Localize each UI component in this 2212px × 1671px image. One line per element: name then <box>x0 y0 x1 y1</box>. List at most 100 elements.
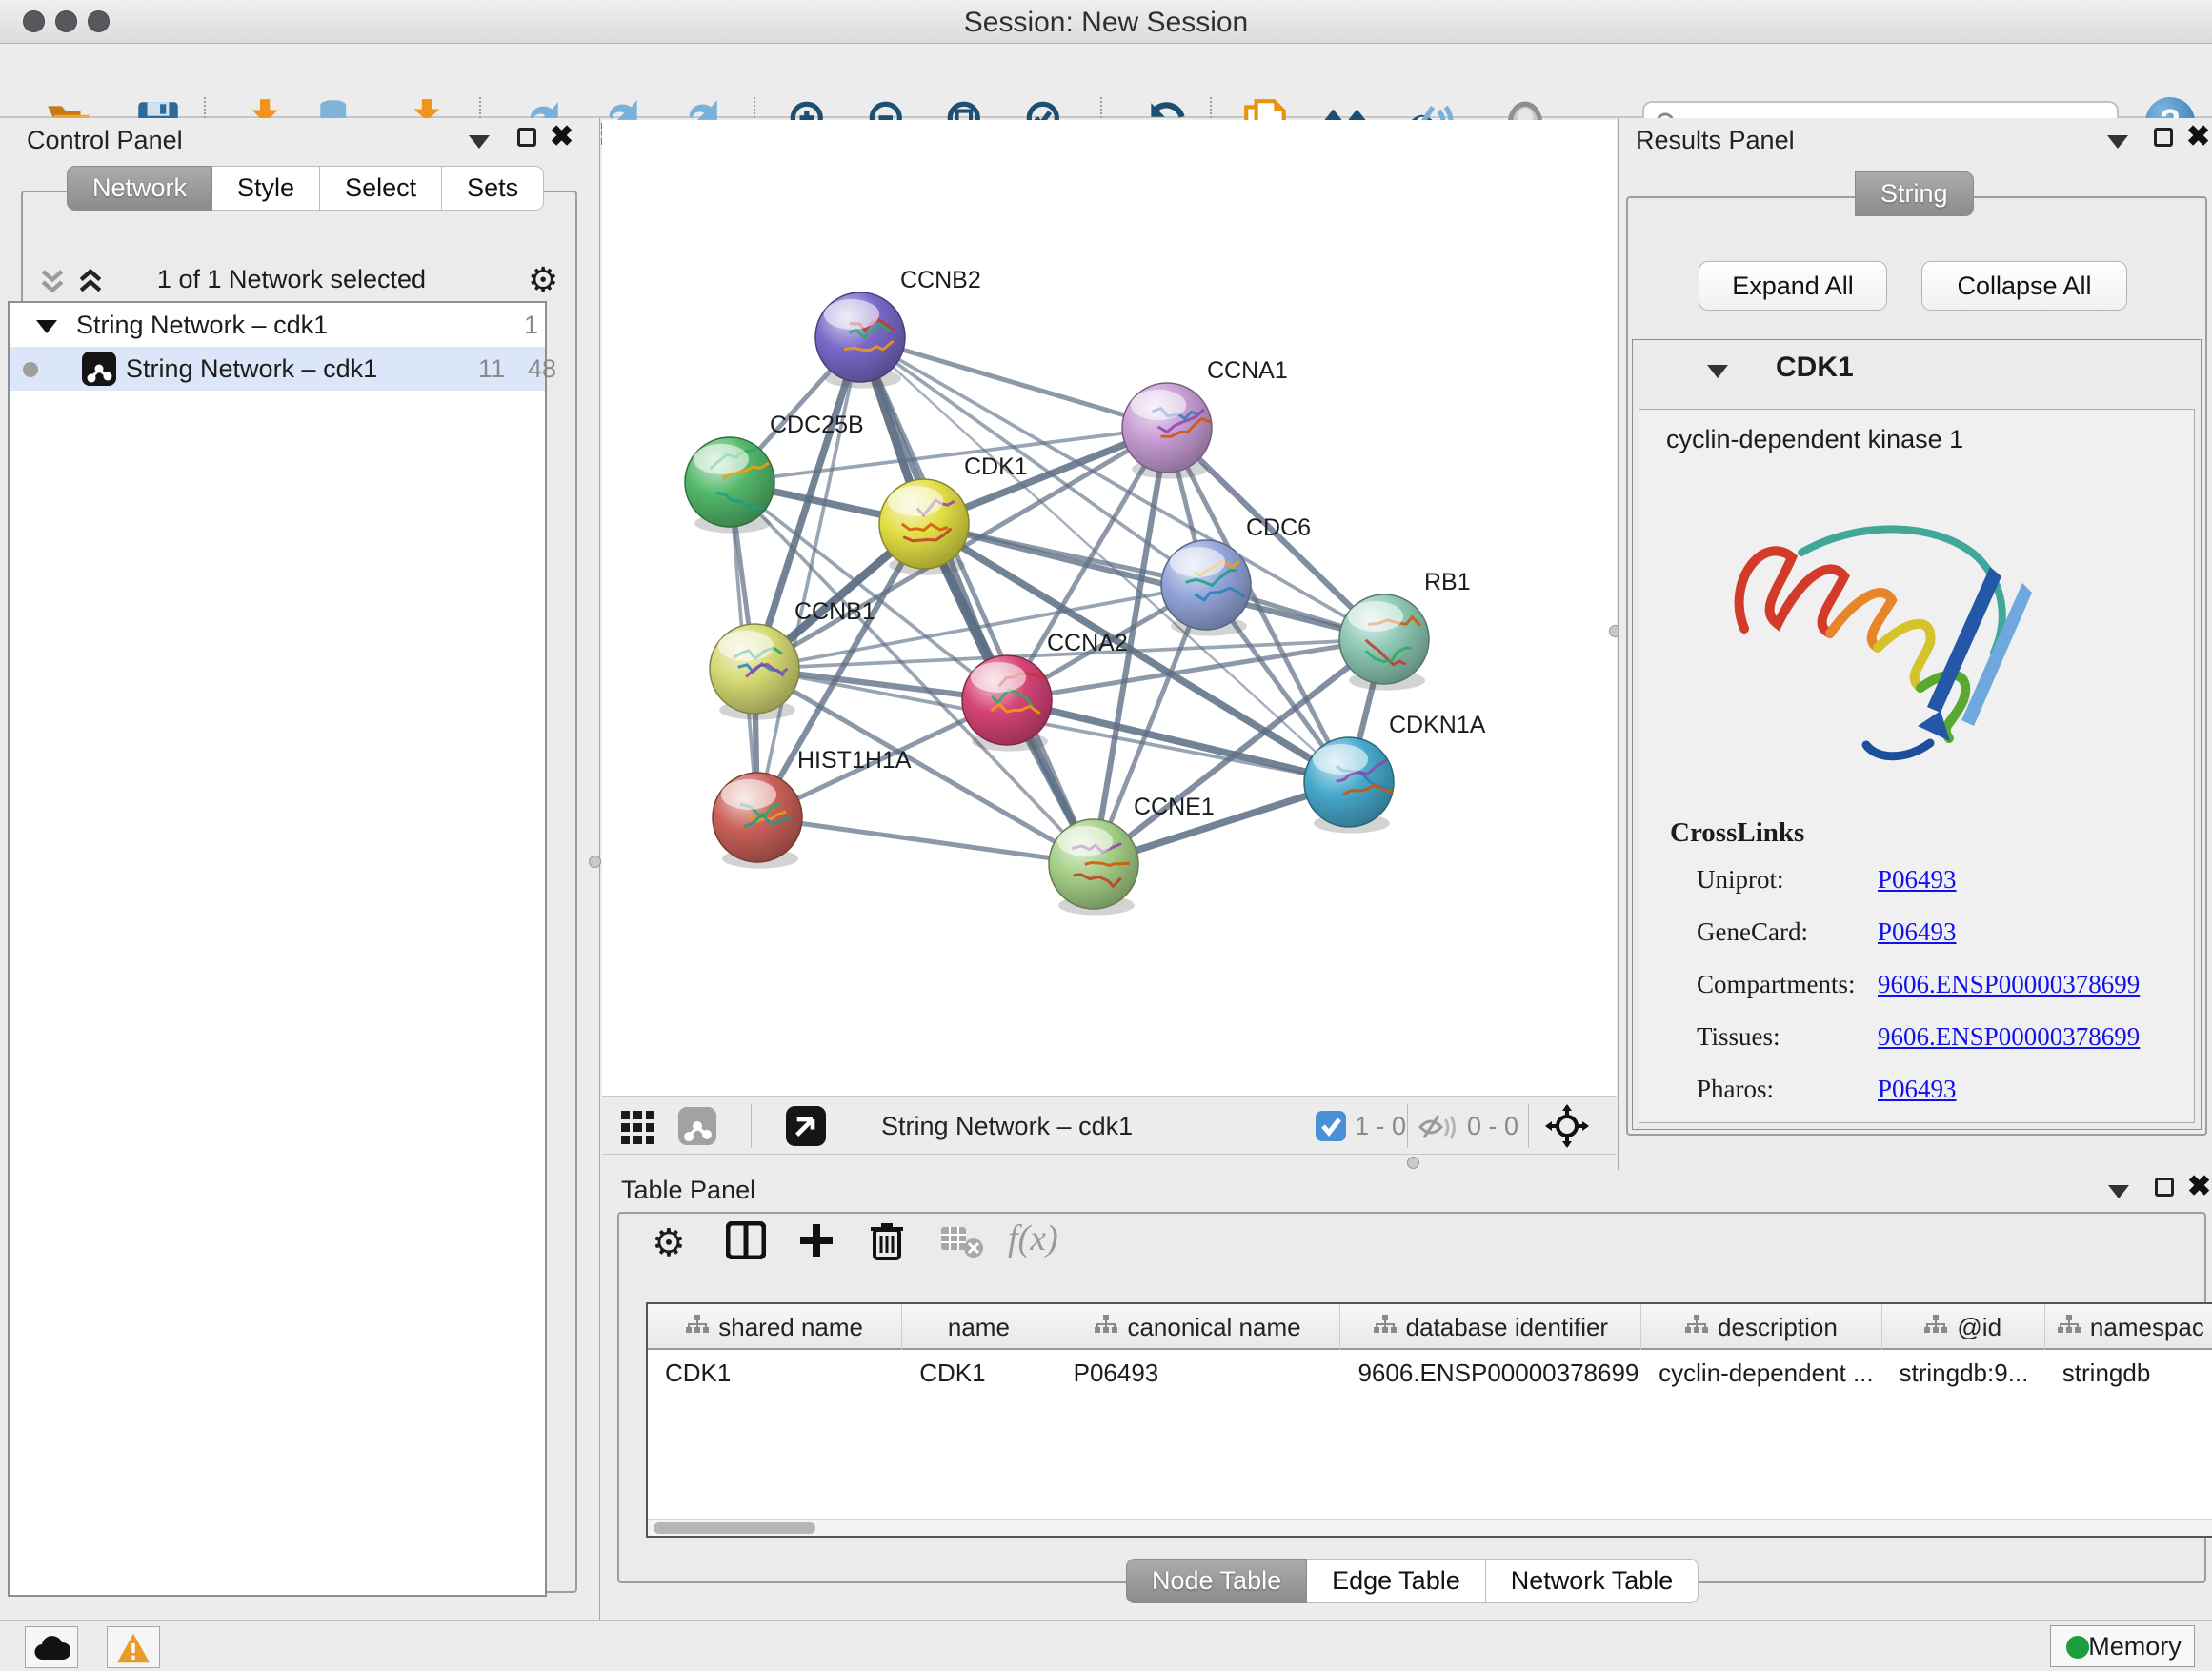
panel-float-icon[interactable] <box>517 128 536 147</box>
panel-close-icon[interactable]: ✖ <box>2186 124 2210 151</box>
column-header-id[interactable]: @id <box>1882 1304 2045 1350</box>
tab-node-table[interactable]: Node Table <box>1126 1559 1307 1603</box>
table-cell[interactable]: stringdb <box>2045 1352 2212 1394</box>
tab-sets[interactable]: Sets <box>442 166 544 211</box>
current-network-name: String Network – cdk1 <box>881 1097 1133 1156</box>
tree-attr-icon <box>1924 1313 1947 1342</box>
network-node-RB1[interactable]: RB1 <box>1339 569 1471 691</box>
network-node-HIST1H1A[interactable]: HIST1H1A <box>713 747 912 869</box>
panel-collapse-icon[interactable] <box>2108 1185 2129 1198</box>
delete-column-icon[interactable] <box>869 1220 905 1260</box>
add-column-icon[interactable] <box>796 1220 836 1260</box>
network-edge-HIST1H1A-CCNE1[interactable] <box>757 817 1094 864</box>
network-edge-CCNB2-CCNE1[interactable] <box>860 337 1094 864</box>
node-gloss-highlight <box>694 444 749 474</box>
table-cell[interactable]: P06493 <box>1056 1352 1341 1394</box>
network-node-CCNB2[interactable]: CCNB2 <box>815 267 981 389</box>
table-cell[interactable]: stringdb:9... <box>1882 1352 2045 1394</box>
network-node-CCNA1[interactable]: CCNA1 <box>1122 357 1288 479</box>
crosslink-link[interactable]: 9606.ENSP00000378699 <box>1878 1022 2140 1052</box>
network-row-selected[interactable]: String Network – cdk1 11 48 <box>10 347 545 391</box>
crosslink-label: GeneCard: <box>1697 917 1808 946</box>
panel-float-icon[interactable] <box>2155 1178 2174 1197</box>
crosslink-link[interactable]: P06493 <box>1878 1075 1957 1104</box>
crosslink-label: Tissues: <box>1697 1022 1780 1051</box>
column-header-shared-name[interactable]: shared name <box>648 1304 902 1350</box>
network-node-CDKN1A[interactable]: CDKN1A <box>1304 712 1486 834</box>
column-header-namespac[interactable]: namespac <box>2045 1304 2212 1350</box>
network-node-CDK1[interactable]: CDK1 <box>879 453 1028 575</box>
table-type-tabs: Node TableEdge TableNetwork Table <box>1126 1559 1699 1603</box>
table-row[interactable]: CDK1CDK1P064939606.ENSP00000378699cyclin… <box>648 1352 2212 1394</box>
network-selection-status: 1 of 1 Network selected <box>25 265 558 294</box>
tab-string[interactable]: String <box>1855 171 1974 216</box>
node-label: HIST1H1A <box>797 747 912 774</box>
network-node-CCNE1[interactable]: CCNE1 <box>1049 794 1215 916</box>
table-cell[interactable]: 9606.ENSP00000378699 <box>1340 1352 1641 1394</box>
network-edge-CCNB2-CCNA1[interactable] <box>860 337 1167 428</box>
tab-network[interactable]: Network <box>67 166 212 211</box>
tree-expand-icon[interactable] <box>36 320 57 333</box>
external-view-icon[interactable] <box>786 1106 826 1146</box>
column-label: database identifier <box>1406 1313 1608 1342</box>
delete-table-icon[interactable] <box>939 1223 983 1259</box>
memory-label: Memory <box>2088 1632 2182 1661</box>
panel-close-icon[interactable]: ✖ <box>2187 1174 2211 1200</box>
column-header-canonical-name[interactable]: canonical name <box>1056 1304 1341 1350</box>
entry-collapse-icon[interactable] <box>1707 365 1728 378</box>
string-result-entry: CDK1 cyclin-dependent kinase 1 CrossLink… <box>1632 339 2202 1130</box>
network-edge-CDK1-RB1[interactable] <box>924 524 1384 639</box>
tab-edge-table[interactable]: Edge Table <box>1307 1559 1486 1603</box>
network-collection-row[interactable]: String Network – cdk1 1 <box>10 303 545 347</box>
memory-button[interactable]: Memory <box>2050 1625 2195 1667</box>
crosslink-link[interactable]: 9606.ENSP00000378699 <box>1878 970 2140 999</box>
column-header-description[interactable]: description <box>1641 1304 1881 1350</box>
network-edge-CCNB2-HIST1H1A[interactable] <box>757 337 860 817</box>
gear-icon[interactable]: ⚙ <box>528 261 558 300</box>
warning-status-button[interactable] <box>107 1626 160 1668</box>
memory-status-dot <box>2066 1636 2089 1659</box>
node-gloss-highlight <box>1057 826 1113 856</box>
expand-all-button[interactable]: Expand All <box>1699 261 1887 311</box>
gene-description: cyclin-dependent kinase 1 <box>1666 425 1963 454</box>
network-canvas[interactable]: CCNB2CCNA1CDC25BCDK1CDC6RB1CCNB1CCNA2CDK… <box>602 120 1617 1096</box>
window-title: Session: New Session <box>0 7 2212 39</box>
node-gloss-highlight <box>721 779 776 810</box>
table-cell[interactable]: CDK1 <box>902 1352 1056 1394</box>
panel-collapse-icon[interactable] <box>469 135 490 149</box>
crosslink-link[interactable]: P06493 <box>1878 865 1957 895</box>
splitter-knob[interactable] <box>1407 1157 1419 1169</box>
cloud-status-button[interactable] <box>25 1626 78 1668</box>
results-panel: Results Panel ✖ String Expand All Collap… <box>1618 118 2212 1170</box>
crosslink-link[interactable]: P06493 <box>1878 917 1957 947</box>
tab-network-table[interactable]: Network Table <box>1486 1559 1699 1603</box>
horizontal-scrollbar[interactable] <box>648 1519 2212 1536</box>
panel-close-icon[interactable]: ✖ <box>550 124 573 151</box>
tab-select[interactable]: Select <box>320 166 442 211</box>
hidden-eye-icon[interactable] <box>1418 1110 1459 1144</box>
tree-attr-icon <box>2058 1313 2081 1342</box>
panel-collapse-icon[interactable] <box>2107 135 2128 149</box>
node-label: CCNB1 <box>794 598 875 625</box>
collapse-all-button[interactable]: Collapse All <box>1921 261 2127 311</box>
splitter-knob[interactable] <box>589 856 601 868</box>
show-columns-icon[interactable] <box>726 1221 766 1259</box>
tab-style[interactable]: Style <box>212 166 320 211</box>
column-header-name[interactable]: name <box>902 1304 1056 1350</box>
table-settings-gear-icon[interactable]: ⚙ <box>652 1221 686 1265</box>
scrollbar-thumb[interactable] <box>654 1522 815 1534</box>
crosslink-label: Uniprot: <box>1697 865 1784 894</box>
network-node-CDC25B[interactable]: CDC25B <box>685 412 864 534</box>
node-gloss-highlight <box>1348 601 1403 632</box>
column-header-database-identifier[interactable]: database identifier <box>1340 1304 1641 1350</box>
network-collection-label: String Network – cdk1 <box>76 303 328 347</box>
navigator-crosshair-icon[interactable] <box>1545 1104 1589 1148</box>
share-view-icon[interactable] <box>678 1107 716 1145</box>
panel-float-icon[interactable] <box>2154 128 2173 147</box>
table-cell[interactable]: CDK1 <box>648 1352 902 1394</box>
hidden-counts: 0 - 0 <box>1467 1097 1518 1156</box>
selected-checkbox-icon[interactable] <box>1316 1111 1346 1141</box>
function-builder-icon[interactable]: f(x) <box>1008 1218 1058 1259</box>
grid-view-icon[interactable] <box>619 1107 657 1145</box>
table-cell[interactable]: cyclin-dependent ... <box>1641 1352 1881 1394</box>
